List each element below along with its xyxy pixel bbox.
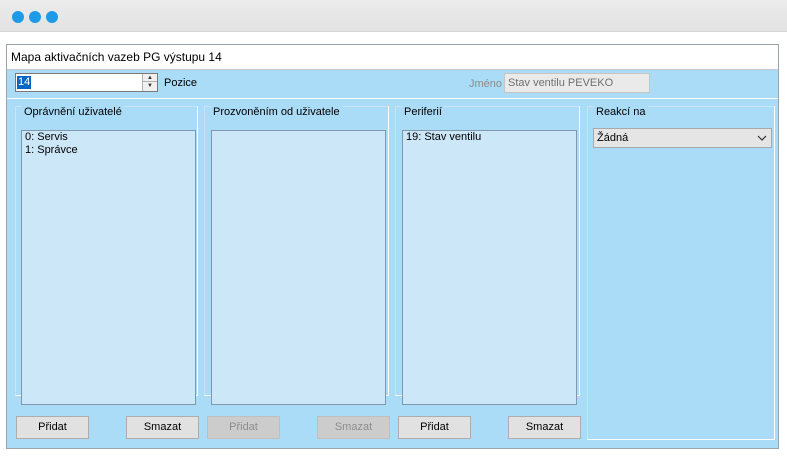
browser-titlebar <box>0 0 787 32</box>
spin-up-icon[interactable]: ▲ <box>143 74 157 82</box>
peripheries-delete-button[interactable]: Smazat <box>508 416 581 439</box>
position-toolbar: 14 ▲ ▼ Pozice Jméno Stav ventilu PEVEKO <box>7 69 778 98</box>
calls-delete-button[interactable]: Smazat <box>317 416 390 439</box>
spin-down-icon[interactable]: ▼ <box>143 82 157 90</box>
calls-listbox[interactable] <box>211 130 386 405</box>
dialog-window: Mapa aktivačních vazeb PG výstupu 14 14 … <box>6 44 779 449</box>
peripheries-listbox[interactable]: 19: Stav ventilu <box>402 130 577 405</box>
group-label-users: Oprávnění uživatelé <box>22 106 124 118</box>
users-delete-button[interactable]: Smazat <box>126 416 199 439</box>
list-item[interactable]: 1: Správce <box>22 144 195 157</box>
position-spinbox[interactable]: 14 ▲ ▼ <box>15 73 158 92</box>
window-minimize-dot[interactable] <box>29 11 41 23</box>
group-label-peripheries: Periferií <box>402 106 444 118</box>
name-field: Stav ventilu PEVEKO <box>504 73 650 93</box>
chevron-down-icon <box>757 135 767 141</box>
group-label-calls: Prozvoněním od uživatele <box>211 106 342 118</box>
group-reaction: Reakcí na Žádná <box>587 106 775 440</box>
calls-add-button[interactable]: Přidat <box>207 416 280 439</box>
window-maximize-dot[interactable] <box>46 11 58 23</box>
reaction-select-value: Žádná <box>597 132 629 144</box>
list-item[interactable]: 19: Stav ventilu <box>403 131 576 144</box>
position-label: Pozice <box>164 77 198 89</box>
name-label: Jméno <box>469 78 503 90</box>
group-authorized-users: Oprávnění uživatelé 0: Servis 1: Správce <box>15 106 198 405</box>
list-item[interactable]: 0: Servis <box>22 131 195 144</box>
reaction-select[interactable]: Žádná <box>593 128 772 148</box>
peripheries-add-button[interactable]: Přidat <box>398 416 471 439</box>
group-calls-from-user: Prozvoněním od uživatele <box>204 106 389 405</box>
group-label-reaction: Reakcí na <box>594 106 648 118</box>
dialog-title: Mapa aktivačních vazeb PG výstupu 14 <box>11 50 222 64</box>
spinbox-buttons: ▲ ▼ <box>142 74 157 91</box>
content-area: Oprávnění uživatelé 0: Servis 1: Správce… <box>7 99 778 448</box>
position-value[interactable]: 14 <box>17 76 32 89</box>
group-peripheries: Periferií 19: Stav ventilu <box>395 106 580 405</box>
users-add-button[interactable]: Přidat <box>16 416 89 439</box>
users-listbox[interactable]: 0: Servis 1: Správce <box>21 130 196 405</box>
window-close-dot[interactable] <box>12 11 24 23</box>
